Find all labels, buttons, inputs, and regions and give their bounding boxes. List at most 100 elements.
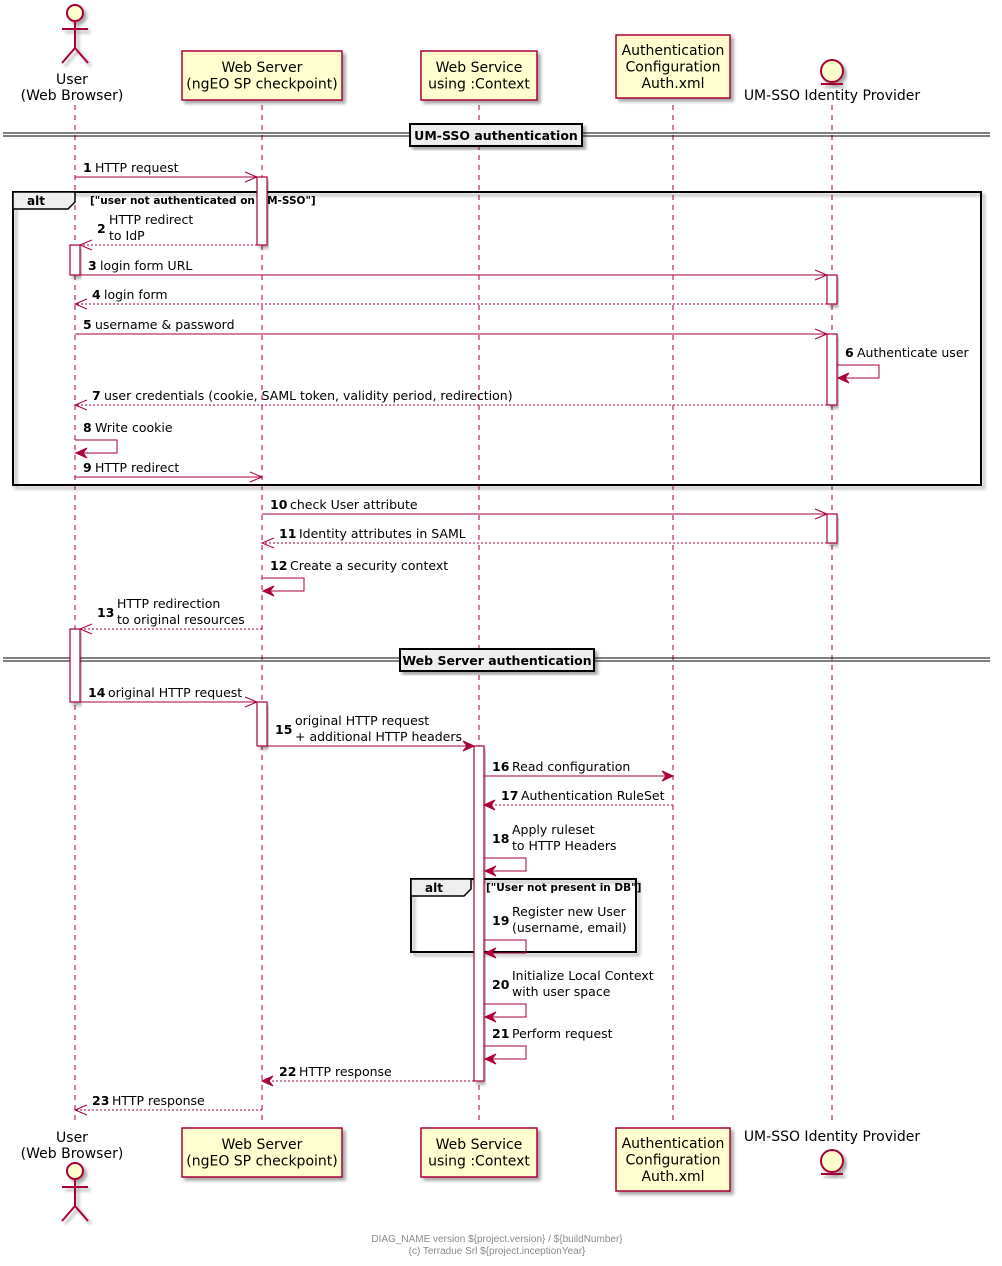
message-5[interactable]: 5 username & password xyxy=(75,317,829,340)
participant-label: User xyxy=(56,72,88,88)
section-divider: UM-SSO authentication xyxy=(3,123,990,147)
activation-bar-user xyxy=(69,628,81,703)
footer-line-1: DIAG_NAME version ${project.version} / $… xyxy=(371,1234,623,1245)
message-12[interactable]: 12 Create a security context xyxy=(261,558,448,597)
message-3[interactable]: 3 login form URL xyxy=(80,258,829,281)
message-15[interactable]: 15original HTTP request+ additional HTTP… xyxy=(267,713,476,752)
participant-label: Web Service xyxy=(436,1137,523,1153)
participant-webserver-top[interactable]: Web Server(ngEO SP checkpoint) xyxy=(181,50,343,101)
message-label: Apply ruleset xyxy=(512,822,595,837)
activation-bar-idp xyxy=(826,513,838,544)
message-11[interactable]: 11 Identity attributes in SAML xyxy=(260,526,827,549)
alt-condition: ["User not present in DB"] xyxy=(486,882,641,894)
participant-webservice-top[interactable]: Web Serviceusing :Context xyxy=(420,50,538,101)
message-8[interactable]: 8 Write cookie xyxy=(74,420,173,459)
message-7[interactable]: 7 user credentials (cookie, SAML token, v… xyxy=(73,388,827,411)
message-number: 2 xyxy=(97,221,106,236)
message-label: HTTP response xyxy=(299,1064,392,1079)
message-20[interactable]: 20Initialize Local Contextwith user spac… xyxy=(483,968,654,1023)
message-14[interactable]: 14 original HTTP request xyxy=(80,685,259,708)
alt-condition: ["user not authenticated on UM-SSO"] xyxy=(90,195,316,207)
message-label: username & password xyxy=(95,317,235,332)
message-label: Initialize Local Context xyxy=(512,968,654,983)
message-label: with user space xyxy=(512,984,611,999)
participant-label: Web Server xyxy=(222,1137,303,1153)
participant-label: (Web Browser) xyxy=(21,88,124,104)
participant-authconf-bot[interactable]: AuthenticationConfigurationAuth.xml xyxy=(615,1127,731,1192)
participant-user-bot[interactable]: User(Web Browser) xyxy=(21,1130,124,1222)
activation-bar-idp xyxy=(826,274,838,305)
message-1[interactable]: 1 HTTP request xyxy=(75,160,259,183)
footer-line-2: (c) Terradue Srl ${project.inceptionYear… xyxy=(409,1246,586,1257)
participant-label: using :Context xyxy=(428,77,530,93)
message-13[interactable]: 13HTTP redirectionto original resources xyxy=(78,596,262,635)
message-number: 8 xyxy=(83,420,92,435)
message-23[interactable]: 23 HTTP response xyxy=(73,1093,262,1116)
arrowhead xyxy=(482,799,496,811)
alt-tag: alt xyxy=(27,194,45,208)
message-label: login form URL xyxy=(100,258,192,273)
message-number: 22 xyxy=(279,1064,296,1079)
participant-webservice-bot[interactable]: Web Serviceusing :Context xyxy=(420,1127,538,1178)
message-19[interactable]: 19Register new User(username, email) xyxy=(483,904,627,959)
message-number: 23 xyxy=(92,1093,109,1108)
message-label: HTTP redirect xyxy=(95,460,179,475)
message-18[interactable]: 18Apply rulesetto HTTP Headers xyxy=(483,822,617,877)
message-number: 5 xyxy=(83,317,92,332)
message-label: Authenticate user xyxy=(857,345,970,360)
message-17[interactable]: 17 Authentication RuleSet xyxy=(482,788,673,811)
message-2[interactable]: 2HTTP redirectto IdP xyxy=(78,212,257,251)
message-number: 16 xyxy=(492,759,510,774)
message-label: HTTP redirect xyxy=(109,212,193,227)
activation-bar-idp xyxy=(826,333,838,406)
participant-label: Authentication xyxy=(622,43,725,59)
participant-label: Web Service xyxy=(436,60,523,76)
participant-label: Configuration xyxy=(626,59,721,75)
actor-icon xyxy=(61,4,89,64)
participant-label: (ngEO SP checkpoint) xyxy=(186,1154,337,1170)
message-4[interactable]: 4 login form xyxy=(73,287,827,310)
message-number: 12 xyxy=(270,558,287,573)
participant-label: (Web Browser) xyxy=(21,1146,124,1162)
participant-label: Configuration xyxy=(626,1152,721,1168)
message-label: check User attribute xyxy=(290,497,418,512)
message-number: 10 xyxy=(270,497,288,512)
alt-tag: alt xyxy=(425,881,443,895)
message-21[interactable]: 21 Perform request xyxy=(483,1026,613,1065)
participant-label: UM-SSO Identity Provider xyxy=(744,88,921,104)
message-number: 3 xyxy=(88,258,97,273)
message-label: HTTP response xyxy=(112,1093,205,1108)
divider-label: Web Server authentication xyxy=(402,653,591,668)
message-label: HTTP request xyxy=(95,160,179,175)
message-label: Create a security context xyxy=(290,558,448,573)
message-6[interactable]: 6 Authenticate user xyxy=(836,345,970,384)
message-number: 19 xyxy=(492,913,509,928)
participant-idp-bot[interactable]: UM-SSO Identity Provider xyxy=(744,1129,921,1175)
message-10[interactable]: 10 check User attribute xyxy=(262,497,829,520)
participant-label: Web Server xyxy=(222,60,303,76)
message-label: Authentication RuleSet xyxy=(521,788,665,803)
message-label: Identity attributes in SAML xyxy=(299,526,466,541)
participant-authconf-top[interactable]: AuthenticationConfigurationAuth.xml xyxy=(615,34,731,99)
message-number: 13 xyxy=(97,605,114,620)
message-number: 14 xyxy=(88,685,106,700)
message-22[interactable]: 22 HTTP response xyxy=(260,1064,474,1087)
message-label: to original resources xyxy=(117,612,245,627)
participant-user-top[interactable]: User(Web Browser) xyxy=(21,4,124,104)
message-label: to HTTP Headers xyxy=(512,838,617,853)
participant-label: User xyxy=(56,1130,88,1146)
activation-bar-webservice xyxy=(473,745,485,1082)
actor-icon xyxy=(61,1162,89,1222)
message-9[interactable]: 9 HTTP redirect xyxy=(75,460,264,483)
participant-webserver-bot[interactable]: Web Server(ngEO SP checkpoint) xyxy=(181,1127,343,1178)
message-label: original HTTP request xyxy=(295,713,429,728)
participant-idp-top[interactable]: UM-SSO Identity Provider xyxy=(744,59,921,104)
message-label: login form xyxy=(104,287,168,302)
section-divider: Web Server authentication xyxy=(3,648,990,672)
message-number: 21 xyxy=(492,1026,509,1041)
participant-label: using :Context xyxy=(428,1154,530,1170)
message-16[interactable]: 16 Read configuration xyxy=(484,759,675,782)
message-number: 4 xyxy=(92,287,101,302)
divider-label: UM-SSO authentication xyxy=(414,128,578,143)
message-number: 18 xyxy=(492,831,509,846)
